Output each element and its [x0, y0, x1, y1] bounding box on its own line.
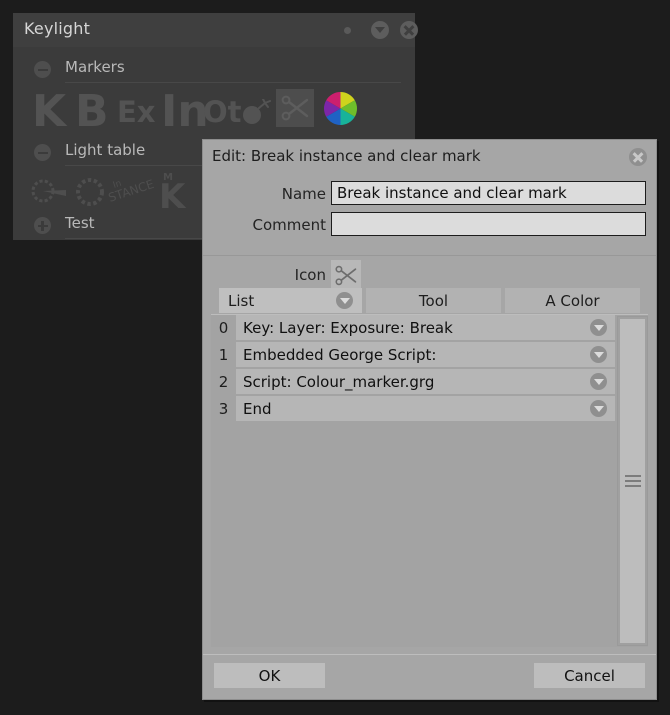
minus-circle-icon[interactable] [34, 61, 51, 78]
close-icon[interactable] [629, 148, 647, 166]
tab-label: A Color [545, 291, 600, 310]
section-markers[interactable]: Markers [13, 55, 415, 85]
form-fields: Name Comment [203, 181, 656, 239]
comment-input[interactable] [331, 212, 646, 236]
svg-text:K: K [159, 177, 187, 212]
list-item[interactable]: 1 Embedded George Script: [211, 342, 615, 367]
in-stance-icon[interactable]: In STANCE [107, 177, 156, 207]
dialog-footer: OK Cancel [203, 654, 656, 699]
list-item[interactable]: 3 End [211, 396, 615, 421]
list-rows: 0 Key: Layer: Exposure: Break 1 Embedded… [211, 315, 615, 423]
tab-tool[interactable]: Tool [366, 288, 501, 313]
list-item[interactable]: 0 Key: Layer: Exposure: Break [211, 315, 615, 340]
marker-in-icon[interactable]: In [161, 86, 209, 137]
tab-a-color[interactable]: A Color [505, 288, 640, 313]
ok-label: OK [258, 666, 281, 685]
cancel-button[interactable]: Cancel [534, 663, 645, 688]
keylight-panel-title: Keylight [24, 19, 91, 38]
marker-b-icon[interactable]: B [75, 86, 109, 137]
cancel-label: Cancel [564, 666, 615, 685]
name-input[interactable] [331, 181, 646, 205]
icon-label: Icon [294, 266, 326, 284]
section-label: Markers [65, 58, 125, 76]
row-label: End [243, 399, 272, 418]
row-index: 3 [218, 399, 229, 418]
marker-k-icon[interactable]: K [32, 86, 66, 137]
k-icon[interactable]: M K [157, 170, 189, 217]
comment-label: Comment [252, 216, 327, 234]
marker-ex-icon[interactable]: Ex [117, 95, 156, 129]
chevron-down-icon[interactable] [590, 319, 607, 336]
gear-icon[interactable] [73, 175, 107, 209]
pin-icon[interactable] [30, 177, 70, 205]
row-label: Key: Layer: Exposure: Break [243, 318, 453, 337]
scrollbar-thumb[interactable] [620, 319, 645, 643]
bomb-icon[interactable] [241, 98, 271, 125]
dot-indicator-icon [344, 27, 351, 34]
row-label: Embedded George Script: [243, 345, 437, 364]
chevron-down-icon[interactable] [590, 400, 607, 417]
row-index: 1 [218, 345, 229, 364]
ok-button[interactable]: OK [214, 663, 325, 688]
tab-list[interactable]: List [219, 288, 362, 313]
comment-row: Comment [203, 212, 656, 239]
chevron-down-icon[interactable] [336, 292, 353, 309]
name-row: Name [203, 181, 656, 208]
dialog-title: Edit: Break instance and clear mark [212, 147, 481, 165]
scissors-icon[interactable] [276, 89, 314, 127]
row-label: Script: Colour_marker.grg [243, 372, 435, 391]
chevron-down-icon[interactable] [590, 346, 607, 363]
collapse-icon[interactable] [371, 21, 389, 39]
section-divider [65, 82, 401, 83]
section-label: Test [65, 214, 95, 232]
keylight-titlebar: Keylight [13, 13, 418, 47]
list-item[interactable]: 2 Script: Colour_marker.grg [211, 369, 615, 394]
markers-icon-row: K B Ex In Ot [13, 85, 415, 137]
tab-label: List [228, 291, 255, 310]
plus-circle-icon[interactable] [34, 217, 51, 234]
row-index: 0 [218, 318, 229, 337]
tab-label: Tool [418, 291, 449, 310]
section-label: Light table [65, 141, 146, 159]
color-wheel-icon[interactable] [323, 91, 358, 126]
list-area: 0 Key: Layer: Exposure: Break 1 Embedded… [211, 314, 648, 647]
marker-ot-icon[interactable]: Ot [203, 95, 242, 129]
tab-bar: List Tool A Color [219, 288, 640, 313]
grip-icon [624, 472, 641, 490]
edit-dialog: Edit: Break instance and clear mark Name… [202, 139, 657, 700]
dialog-titlebar: Edit: Break instance and clear mark [203, 140, 656, 174]
row-index: 2 [218, 372, 229, 391]
scissors-icon[interactable] [331, 260, 361, 290]
name-label: Name [281, 185, 326, 203]
minus-circle-icon[interactable] [34, 144, 51, 161]
chevron-down-icon[interactable] [590, 373, 607, 390]
close-icon[interactable] [400, 21, 418, 39]
list-scrollbar[interactable] [617, 316, 648, 646]
